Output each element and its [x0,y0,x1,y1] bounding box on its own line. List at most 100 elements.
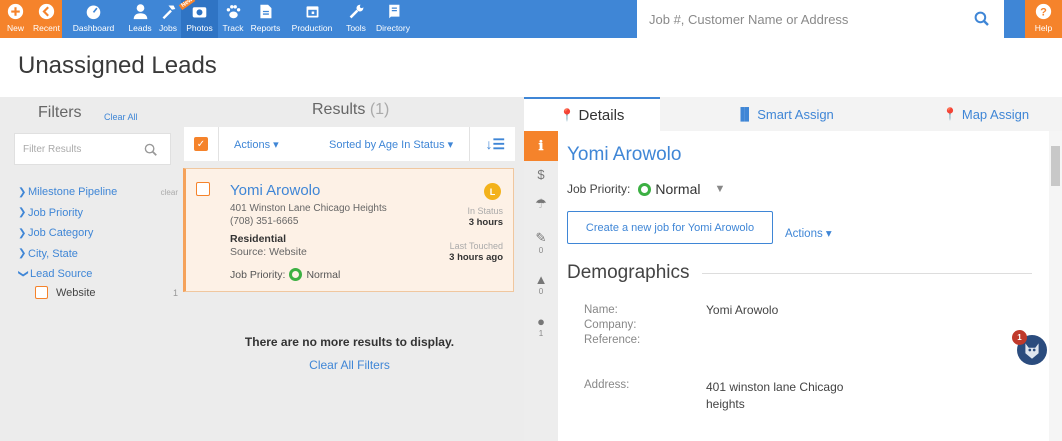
lead-badge: L [484,183,501,200]
help-button[interactable]: ? Help [1025,0,1062,38]
side-financials[interactable]: $ [524,161,558,187]
details-actions-dropdown[interactable]: Actions ▾ [785,226,832,240]
job-priority-label: Job Priority: [567,182,631,196]
info-icon: ℹ [538,138,544,153]
filter-label: City, State [28,247,78,260]
nav-jobs[interactable]: Jobs [155,0,181,38]
nav-dashboard[interactable]: Dashboard [62,0,125,38]
no-more-results: There are no more results to display. [244,335,455,349]
wrench-icon [349,4,363,19]
create-job-button[interactable]: Create a new job for Yomi Arowolo [567,211,773,244]
lead-name[interactable]: Yomi Arowolo [230,182,320,199]
lead-address: 401 Winston Lane Chicago Heights [230,203,387,214]
filter-label: Lead Source [30,268,93,281]
lead-type: Residential [230,233,287,245]
details-side-nav: ℹ $ ☂ ✎ 0 ▲ 0 ● 1 [524,131,558,441]
tab-smart-assign-label: Smart Assign [757,106,834,122]
results-actions-dropdown[interactable]: Actions ▾ [234,138,329,151]
clear-all-filters-link[interactable]: Clear All Filters [184,358,515,372]
lead-source: Source: Website [230,246,307,258]
filter-city-state[interactable]: ❯ City, State [18,244,178,265]
nav-new-label: New [6,23,24,33]
user-icon [133,4,147,20]
side-info[interactable]: ℹ [524,131,558,161]
filter-lead-source[interactable]: ❯ Lead Source [18,264,178,285]
lead-source-option-website[interactable]: Website 1 [18,285,178,301]
filters-clear-all-link[interactable]: Clear All [104,112,138,122]
reference-label: Reference: [584,334,641,346]
lead-card-checkbox[interactable] [196,182,210,196]
bell-count: 0 [538,287,544,296]
nav-photos-label: Photos [186,23,213,33]
side-insurance[interactable]: ☂ [524,187,558,221]
demographic-labels: Name: Company: Reference: [584,303,640,348]
camera-icon [192,7,207,18]
global-search-input[interactable] [637,11,967,27]
bell-icon: ▲ [534,272,548,287]
sort-order-icon[interactable]: ↓☰ [485,136,505,153]
map-pin-icon: 📍 [559,108,575,122]
tab-smart-assign[interactable]: ▐▌ Smart Assign [660,97,910,131]
search-icon[interactable] [974,11,990,27]
side-pins[interactable]: ✎ 0 [524,221,558,263]
checkbox[interactable] [35,286,48,299]
nav-production[interactable]: Production [283,0,341,38]
plus-circle-icon [7,3,24,20]
lead-phone: (708) 351-6665 [230,216,299,227]
pin-icon: ✎ [535,229,547,245]
priority-ring-icon [638,182,652,196]
name-label: Name: [584,304,618,316]
last-touched-value: 3 hours ago [449,252,503,263]
filter-milestone-pipeline[interactable]: ❯ Milestone Pipeline clear [18,182,178,203]
nav-production-label: Production [291,23,333,33]
side-comments[interactable]: ● 1 [524,305,558,347]
select-all-checkbox[interactable]: ✓ [194,137,208,151]
filter-job-priority[interactable]: ❯ Job Priority [18,203,178,224]
sort-dropdown[interactable]: Sorted by Age In Status ▾ [329,138,469,151]
nav-new[interactable]: New [0,0,31,38]
tab-details-label: Details [578,106,625,124]
results-toolbar: ✓ Actions ▾ Sorted by Age In Status ▾ ↓☰ [184,127,515,161]
job-priority-value: Normal [655,181,701,197]
map-pin-icon: 📍 [942,107,958,121]
divider [218,127,219,161]
filter-results-input[interactable]: Filter Results [14,133,171,165]
name-value: Yomi Arowolo [706,303,779,317]
caret-down-icon: ▼ [714,183,726,195]
nav-reports-label: Reports [250,23,281,33]
scrollbar-thumb[interactable] [1051,146,1060,186]
tab-details[interactable]: 📍 Details [524,97,660,131]
in-status-value: 3 hours [468,217,503,228]
calendar-icon [306,6,318,18]
tab-map-assign[interactable]: 📍 Map Assign [910,97,1062,131]
nav-directory[interactable]: Directory [371,0,415,38]
nav-reports[interactable]: Reports [248,0,283,38]
nav-track[interactable]: Track [218,0,248,38]
nav-photos[interactable]: New Photos [178,0,218,38]
lead-priority: Job Priority: Normal [230,268,340,281]
results-label: Results [312,101,366,118]
search-icon [144,143,157,156]
filter-clear-link[interactable]: clear [161,188,178,197]
nav-track-label: Track [222,23,244,33]
paw-icon [226,5,240,19]
nav-recent[interactable]: Recent [31,0,62,38]
details-tabs: 📍 Details ▐▌ Smart Assign 📍 Map Assign [524,97,1062,131]
details-name: Yomi Arowolo [567,144,682,165]
comment-icon: ● [537,314,545,329]
svg-text:?: ? [1040,6,1047,18]
filter-job-category[interactable]: ❯ Job Category [18,223,178,244]
side-alerts[interactable]: ▲ 0 [524,263,558,305]
filters-heading: Filters [38,104,82,121]
gauge-icon [86,5,101,20]
umbrella-icon: ☂ [535,196,547,211]
filter-label: Job Category [28,227,94,240]
priority-value: Normal [306,268,341,281]
company-label: Company: [584,319,637,331]
details-job-priority[interactable]: Job Priority: Normal ▼ [567,181,725,197]
nav-leads[interactable]: Leads [125,0,155,38]
nav-tools[interactable]: Tools [341,0,371,38]
lead-card[interactable]: Yomi Arowolo 401 Winston Lane Chicago He… [183,168,514,292]
divider [469,127,470,161]
book-icon [388,4,399,19]
